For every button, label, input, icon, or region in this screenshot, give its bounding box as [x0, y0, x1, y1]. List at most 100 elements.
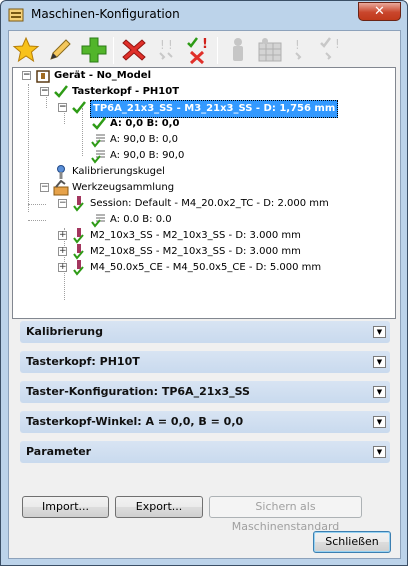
tree-node-label: M2_10x3_SS - M2_10x3_SS - D: 3.000 mm: [90, 230, 301, 241]
tree-node-tool[interactable]: + M2_10x3_SS - M2_10x3_SS - D: 3.000 mm: [13, 228, 393, 244]
svg-text:!: !: [295, 38, 300, 52]
tree-node-label: Gerät - No_Model: [54, 70, 151, 81]
edit-button[interactable]: [45, 35, 75, 65]
add-icon: [81, 37, 107, 63]
collapse-icon[interactable]: −: [58, 199, 67, 208]
import-button[interactable]: Import...: [22, 496, 109, 518]
title-bar[interactable]: Maschinen-Konfiguration ✕: [1, 1, 407, 29]
collapse-icon[interactable]: −: [22, 71, 31, 80]
warning-icon: !: [295, 38, 302, 60]
toolbar: ! ! ! ! !: [11, 34, 397, 68]
machine-tree[interactable]: − Gerät - No_Model − Tasterkopf - PH10T …: [12, 67, 396, 319]
expand-icon[interactable]: +: [58, 231, 67, 240]
chevron-down-icon[interactable]: ▼: [373, 386, 386, 398]
save-as-default-button[interactable]: Sichern als Maschinenstandard: [209, 496, 362, 533]
tree-node-angle[interactable]: A: 90,0 B: 90,0: [13, 148, 393, 164]
tree-node-label: Session: Default - M4_20.0x2_TC - D: 2.0…: [90, 198, 329, 209]
chevron-down-icon[interactable]: ▼: [373, 446, 386, 458]
stylus-icon: [73, 244, 84, 260]
tree-node-device[interactable]: − Gerät - No_Model: [13, 68, 393, 84]
tree-node-label: A: 90,0 B: 0,0: [110, 134, 178, 145]
panel-title: Tasterkopf: PH10T: [26, 355, 140, 368]
window-close-button[interactable]: ✕: [358, 2, 401, 21]
tree-node-probe-config[interactable]: − TP6A_21x3_SS - M3_21x3_SS - D: 1,756 m…: [13, 100, 393, 118]
tree-node-label: Tasterkopf - PH10T: [72, 86, 180, 97]
tree-node-angle[interactable]: A: 0.0 B: 0.0: [13, 212, 393, 228]
new-star-button[interactable]: [11, 35, 41, 65]
app-icon: [8, 8, 24, 22]
warning-button[interactable]: ! !: [151, 35, 181, 65]
tree-node-label: M2_10x8_SS - M2_10x3_SS - D: 3.000 mm: [90, 246, 301, 257]
tree-node-calibration-sphere[interactable]: Kalibrierungskugel: [13, 164, 393, 180]
collapse-icon[interactable]: −: [58, 103, 67, 112]
settings-panels: Kalibrierung ▼ Tasterkopf: PH10T ▼ Taste…: [12, 321, 396, 481]
tree-node-label: A: 0.0 B: 0.0: [110, 214, 172, 225]
tree-node-tool[interactable]: + M4_50.0x5_CE - M4_50.0x5_CE - D: 5.000…: [13, 260, 393, 276]
add-button[interactable]: [79, 35, 109, 65]
probe-button[interactable]: [223, 35, 253, 65]
tree-node-tool[interactable]: + M2_10x8_SS - M2_10x3_SS - D: 3.000 mm: [13, 244, 393, 260]
calibration-sphere-icon: [57, 165, 65, 179]
warning-button-2[interactable]: !: [287, 35, 317, 65]
panel-probe-config[interactable]: Taster-Konfiguration: TP6A_21x3_SS ▼: [20, 381, 390, 403]
list-check-icon: [91, 150, 105, 164]
tree-node-tool[interactable]: − Session: Default - M4_20.0x2_TC - D: 2…: [13, 196, 393, 212]
chevron-down-icon[interactable]: ▼: [373, 416, 386, 428]
tree-node-label: Kalibrierungskugel: [72, 166, 165, 177]
collapse-icon[interactable]: −: [40, 183, 49, 192]
machine-icon: [36, 70, 50, 83]
toolbar-separator: [113, 37, 114, 64]
machine-config-window: Maschinen-Konfiguration ✕ ! ! ! ! ! − Ge…: [0, 0, 408, 566]
svg-text:!: !: [168, 38, 173, 52]
list-check-icon: [91, 214, 105, 228]
tree-node-label: M4_50.0x5_CE - M4_50.0x5_CE - D: 5.000 m…: [90, 262, 322, 273]
rack-icon: [258, 38, 282, 62]
check-warning-icon: !: [320, 37, 340, 60]
window-title: Maschinen-Konfiguration: [31, 7, 180, 21]
stylus-icon: [73, 196, 84, 212]
panel-probe-head[interactable]: Tasterkopf: PH10T ▼: [20, 351, 390, 373]
tree-node-probe-head[interactable]: − Tasterkopf - PH10T: [13, 84, 393, 100]
panel-calibration[interactable]: Kalibrierung ▼: [20, 321, 390, 343]
tree-node-angle[interactable]: A: 0,0 B: 0,0: [13, 116, 393, 132]
close-button[interactable]: Schließen: [313, 531, 391, 553]
tree-node-tool-collection[interactable]: − Werkzeugsammlung: [13, 180, 393, 196]
panel-probe-angle[interactable]: Tasterkopf-Winkel: A = 0,0, B = 0,0 ▼: [20, 411, 390, 433]
dialog-client-area: ! ! ! ! ! − Gerät - No_Model − Tasterkop…: [8, 30, 401, 559]
tree-node-label: A: 0,0 B: 0,0: [110, 118, 180, 129]
tree-node-label: A: 90,0 B: 90,0: [110, 150, 185, 161]
panel-title: Taster-Konfiguration: TP6A_21x3_SS: [26, 385, 250, 398]
rack-button[interactable]: [255, 35, 285, 65]
probe-icon: [233, 38, 243, 61]
pencil-icon: [50, 39, 71, 60]
check-icon: [92, 117, 106, 130]
svg-text:!: !: [335, 37, 340, 51]
chevron-down-icon[interactable]: ▼: [373, 326, 386, 338]
tree-node-label: Werkzeugsammlung: [72, 182, 175, 193]
star-icon: [12, 36, 40, 63]
stylus-icon: [73, 260, 84, 276]
check-icon: [54, 85, 68, 98]
export-button[interactable]: Export...: [115, 496, 203, 518]
tree-node-angle[interactable]: A: 90,0 B: 0,0: [13, 132, 393, 148]
panel-title: Kalibrierung: [26, 325, 103, 338]
expand-icon[interactable]: +: [58, 263, 67, 272]
delete-icon: [122, 39, 146, 61]
warning-icon: ! !: [159, 38, 173, 60]
check-warning-button[interactable]: !: [317, 35, 347, 65]
check-delete-icon: !: [187, 37, 208, 65]
check-delete-button[interactable]: !: [183, 35, 213, 65]
tool-collection-icon: [53, 180, 69, 196]
svg-text:!: !: [202, 37, 208, 52]
panel-title: Tasterkopf-Winkel: A = 0,0, B = 0,0: [26, 415, 244, 428]
collapse-icon[interactable]: −: [40, 87, 49, 96]
check-icon: [72, 101, 86, 114]
toolbar-separator: [217, 37, 218, 64]
stylus-icon: [73, 228, 84, 244]
chevron-down-icon[interactable]: ▼: [373, 356, 386, 368]
delete-button[interactable]: [119, 35, 149, 65]
list-check-icon: [91, 134, 105, 148]
expand-icon[interactable]: +: [58, 247, 67, 256]
svg-text:!: !: [160, 38, 165, 52]
panel-parameters[interactable]: Parameter ▼: [20, 441, 390, 463]
